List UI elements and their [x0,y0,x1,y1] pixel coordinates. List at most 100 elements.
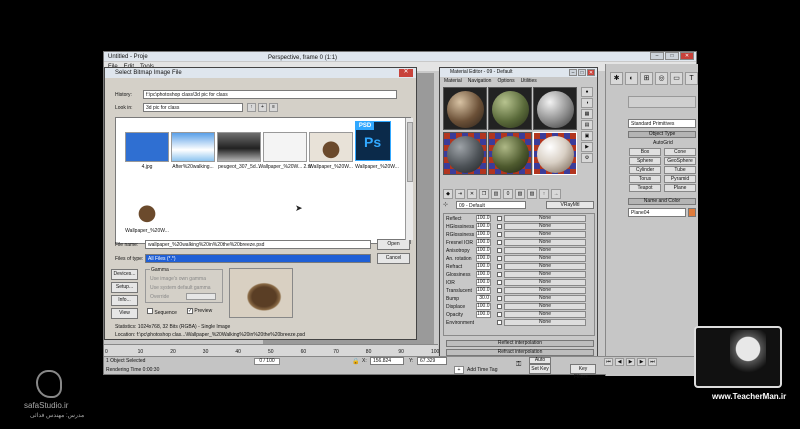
show-map-icon[interactable]: ▧ [515,189,525,199]
options-icon[interactable]: ⚙ [581,153,593,163]
key-filters-button[interactable]: Key Filters... [570,364,596,380]
assign-material-icon[interactable]: ⇥ [455,189,465,199]
reflect-interpolation-rollout[interactable]: Reflect interpolation [446,340,594,347]
info-button[interactable]: Info... [111,295,138,306]
material-slot-active[interactable] [533,132,577,175]
file-thumb-4jpg[interactable] [125,132,169,162]
maximize-button[interactable]: □ [665,52,679,60]
sequence-checkbox[interactable]: Sequence [147,308,177,316]
minimize-button[interactable]: – [650,52,664,60]
motion-tab-icon[interactable]: ◎ [655,72,668,85]
preview-checkbox[interactable]: ✓ Preview [187,308,212,314]
set-key-button[interactable]: Set Key [529,364,551,374]
menu-material[interactable]: Material [444,77,462,85]
previous-frame-icon[interactable]: ◀ [615,358,624,366]
close-button[interactable]: ✕ [587,69,595,76]
scrollbar-thumb[interactable] [407,122,413,182]
gamma-option-system[interactable]: Use system default gamma [150,285,211,291]
plane-button[interactable]: Plane [664,184,696,192]
file-list[interactable]: 4.jpg After%20walking... peugeot_307_5d.… [115,117,411,244]
material-slot[interactable] [488,87,532,130]
go-to-start-icon[interactable]: ⏮ [604,358,613,366]
dialog-close-button[interactable]: ✕ [399,69,413,77]
file-list-scrollbar[interactable] [405,118,413,240]
maximize-button[interactable]: □ [578,69,586,76]
gamma-override-input[interactable] [186,293,216,300]
view-button[interactable]: View [111,308,138,319]
timeline[interactable]: 0 10 20 30 40 50 60 70 80 90 100 [104,344,439,356]
filename-input[interactable]: wallpaper_%20walking%20in%20the%20breeze… [145,240,371,249]
cylinder-button[interactable]: Cylinder [629,166,661,174]
file-thumb-tif[interactable] [263,132,307,162]
sample-type-icon[interactable]: ● [581,87,593,97]
filetype-dropdown[interactable]: All Files (*.*) [145,254,371,263]
devices-button[interactable]: Devices... [111,269,138,280]
open-button[interactable]: Open [377,239,410,250]
uv-tiling-icon[interactable]: ▤ [581,120,593,130]
view-menu-icon[interactable]: ≡ [269,103,278,112]
menu-options[interactable]: Options [497,77,514,85]
video-check-icon[interactable]: ▣ [581,131,593,141]
menu-navigation[interactable]: Navigation [468,77,492,85]
setup-button[interactable]: Setup... [111,282,138,293]
go-to-end-icon[interactable]: ⏭ [648,358,657,366]
torus-button[interactable]: Torus [629,175,661,183]
autogrid-label[interactable]: AutoGrid [653,140,673,146]
background-icon[interactable]: ▦ [581,109,593,119]
file-label[interactable]: Wallpaper_%20W... [346,164,408,170]
material-type-button[interactable]: VRayMtl [546,201,594,209]
hierarchy-tab-icon[interactable]: ⊞ [640,72,653,85]
x-coordinate[interactable]: 156.824 [370,357,404,365]
file-label[interactable]: Wallpaper_%20W... [116,228,178,234]
object-name-input[interactable]: Plane04 [628,208,686,217]
gamma-option-override[interactable]: Override [150,294,169,300]
up-folder-icon[interactable]: ↑ [247,103,256,112]
history-dropdown[interactable]: f:\pc\photoshop class\3d pic for class [143,90,397,99]
key-icon[interactable]: ⚿ [516,361,521,369]
material-slot[interactable] [533,87,577,130]
material-name-input[interactable]: 09 - Default [456,201,526,209]
get-material-icon[interactable]: ◆ [443,189,453,199]
sphere-button[interactable]: Sphere [629,157,661,165]
category-icons[interactable] [628,96,696,108]
auto-key-button[interactable]: Auto [529,357,551,364]
add-time-tag[interactable]: Add Time Tag [467,367,497,373]
delete-material-icon[interactable]: ✕ [467,189,477,199]
primitive-type-dropdown[interactable]: Standard Primitives [628,119,696,128]
lock-icon[interactable]: 🔒 [352,358,359,365]
box-button[interactable]: Box [629,148,661,156]
file-thumb-duck[interactable] [309,132,353,162]
make-copy-icon[interactable]: ❐ [479,189,489,199]
material-slot[interactable] [488,132,532,175]
play-icon[interactable]: ▶ [626,358,635,366]
file-thumb-after-walking[interactable] [171,132,215,162]
minimize-button[interactable]: – [569,69,577,76]
pyramid-button[interactable]: Pyramid [664,175,696,183]
go-parent-icon[interactable]: ↑ [539,189,549,199]
refract-interpolation-rollout[interactable]: Refract interpolation [446,349,594,356]
pick-material-icon[interactable]: ⊹ [443,201,453,209]
geosphere-button[interactable]: GeoSphere [664,157,696,165]
cone-button[interactable]: Cone [664,148,696,156]
object-type-rollout[interactable]: Object Type [628,131,696,138]
file-thumb-peugeot[interactable] [217,132,261,162]
material-id-icon[interactable]: 0 [503,189,513,199]
file-thumb-psd[interactable]: PSD Ps [355,121,391,161]
add-time-tag-icon[interactable]: + [454,366,464,374]
show-end-icon[interactable]: ▨ [527,189,537,199]
lookin-dropdown[interactable]: 3d pic for class [143,103,243,112]
cancel-button[interactable]: Cancel [377,253,410,264]
frame-counter[interactable]: 0 / 100 [254,358,280,365]
material-slot[interactable] [443,87,487,130]
display-tab-icon[interactable]: ▭ [670,72,683,85]
y-coordinate[interactable]: 67.329 [417,357,447,365]
tube-button[interactable]: Tube [664,166,696,174]
new-folder-icon[interactable]: + [258,103,267,112]
object-color-swatch[interactable] [688,208,696,217]
put-library-icon[interactable]: ▥ [491,189,501,199]
teapot-button[interactable]: Teapot [629,184,661,192]
gamma-option-own[interactable]: Use image's own gamma [150,276,206,282]
name-and-color-rollout[interactable]: Name and Color [628,198,696,205]
file-thumb-duck-2[interactable] [125,196,169,226]
menu-utilities[interactable]: Utilities [521,77,537,85]
